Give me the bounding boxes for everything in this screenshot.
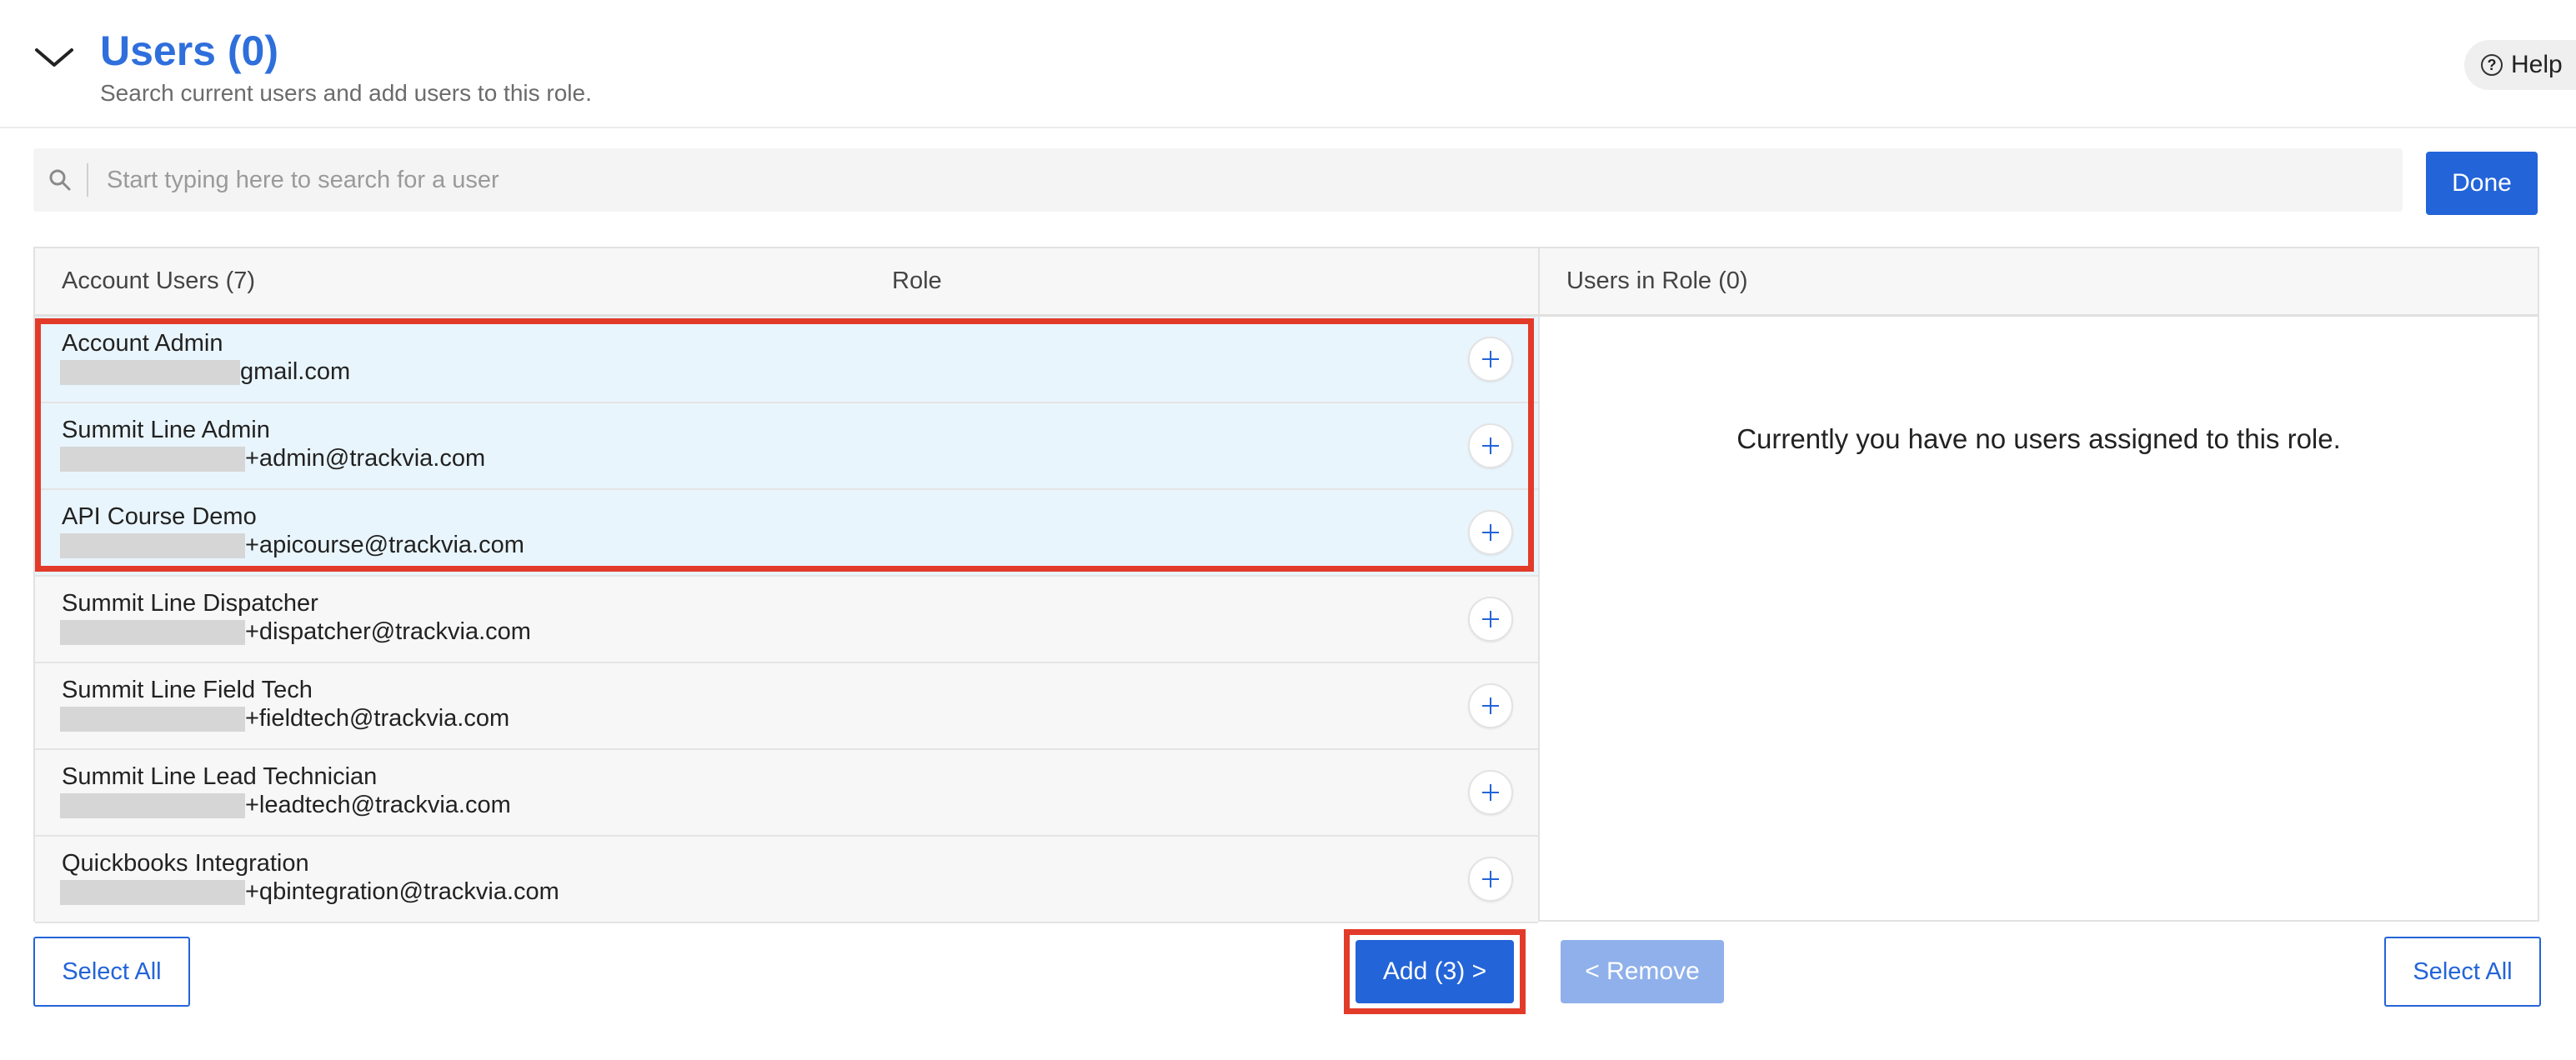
users-in-role-header: Users in Role (0) bbox=[1540, 248, 2538, 317]
redacted-block bbox=[60, 792, 245, 818]
user-email: +admin@trackvia.com bbox=[245, 445, 486, 472]
user-email-wrap: +leadtech@trackvia.com bbox=[60, 792, 511, 819]
select-all-account-users-button[interactable]: Select All bbox=[33, 937, 190, 1007]
add-button[interactable]: Add (3) > bbox=[1356, 940, 1514, 1003]
user-email: gmail.com bbox=[240, 358, 351, 385]
user-email: +qbintegration@trackvia.com bbox=[245, 878, 559, 905]
user-name: Summit Line Lead Technician bbox=[62, 763, 378, 790]
user-name: Summit Line Admin bbox=[62, 417, 270, 443]
users-in-role-title: Users in Role (0) bbox=[1566, 268, 1748, 294]
redacted-block bbox=[60, 619, 245, 645]
user-row[interactable]: Account Admin gmail.com bbox=[35, 317, 1538, 403]
redacted-block bbox=[60, 532, 245, 558]
search-bar bbox=[33, 148, 2403, 212]
user-row[interactable]: Summit Line Dispatcher +dispatcher@track… bbox=[35, 577, 1538, 663]
user-email-wrap: +qbintegration@trackvia.com bbox=[60, 878, 559, 906]
page-header: Users (0) Search current users and add u… bbox=[0, 0, 2576, 128]
plus-icon bbox=[1482, 351, 1499, 368]
page-subtitle: Search current users and add users to th… bbox=[100, 80, 592, 106]
add-user-button[interactable] bbox=[1468, 423, 1513, 468]
role-column-title: Role bbox=[892, 268, 942, 294]
redacted-block bbox=[60, 706, 245, 732]
add-user-button[interactable] bbox=[1468, 770, 1513, 815]
user-email-wrap: +dispatcher@trackvia.com bbox=[60, 618, 531, 646]
account-users-title: Account Users (7) bbox=[62, 268, 256, 294]
user-email-wrap: +admin@trackvia.com bbox=[60, 445, 485, 472]
user-name: API Course Demo bbox=[62, 503, 257, 530]
help-icon: ? bbox=[2481, 54, 2503, 76]
user-row[interactable]: Summit Line Lead Technician +leadtech@tr… bbox=[35, 750, 1538, 837]
user-email: +apicourse@trackvia.com bbox=[245, 532, 524, 558]
add-user-button[interactable] bbox=[1468, 857, 1513, 902]
user-row[interactable]: Summit Line Admin +admin@trackvia.com bbox=[35, 403, 1538, 490]
column-divider bbox=[1538, 248, 1540, 920]
user-name: Summit Line Field Tech bbox=[62, 677, 313, 703]
user-email-wrap: +apicourse@trackvia.com bbox=[60, 532, 524, 559]
account-users-list: Account Admin gmail.com Summit Line Admi… bbox=[35, 317, 1538, 923]
user-name: Summit Line Dispatcher bbox=[62, 590, 318, 617]
account-users-header: Account Users (7) Role bbox=[35, 248, 1538, 317]
redacted-block bbox=[60, 879, 245, 905]
select-all-role-users-button[interactable]: Select All bbox=[2384, 937, 2541, 1007]
user-email-wrap: +fieldtech@trackvia.com bbox=[60, 705, 509, 732]
add-user-button[interactable] bbox=[1468, 597, 1513, 642]
plus-icon bbox=[1482, 784, 1499, 801]
plus-icon bbox=[1482, 524, 1499, 541]
user-row[interactable]: Summit Line Field Tech +fieldtech@trackv… bbox=[35, 663, 1538, 750]
remove-button[interactable]: < Remove bbox=[1561, 940, 1724, 1003]
search-input[interactable] bbox=[105, 165, 2359, 195]
help-label: Help bbox=[2511, 51, 2563, 78]
user-name: Quickbooks Integration bbox=[62, 850, 309, 877]
plus-icon bbox=[1482, 698, 1499, 714]
user-email: +dispatcher@trackvia.com bbox=[245, 618, 531, 645]
user-email: +fieldtech@trackvia.com bbox=[245, 705, 510, 732]
help-button[interactable]: ? Help bbox=[2464, 40, 2576, 90]
redacted-block bbox=[60, 359, 240, 385]
plus-icon bbox=[1482, 871, 1499, 888]
user-row[interactable]: Quickbooks Integration +qbintegration@tr… bbox=[35, 837, 1538, 923]
user-email: +leadtech@trackvia.com bbox=[245, 792, 511, 818]
empty-role-message: Currently you have no users assigned to … bbox=[1737, 423, 2341, 454]
add-user-button[interactable] bbox=[1468, 683, 1513, 728]
users-panel: Account Users (7) Role Users in Role (0)… bbox=[33, 247, 2539, 923]
plus-icon bbox=[1482, 438, 1499, 454]
chevron-down-icon[interactable] bbox=[33, 40, 75, 73]
search-divider bbox=[87, 163, 88, 197]
user-row[interactable]: API Course Demo +apicourse@trackvia.com bbox=[35, 490, 1538, 577]
add-user-button[interactable] bbox=[1468, 510, 1513, 555]
plus-icon bbox=[1482, 611, 1499, 628]
search-icon bbox=[49, 169, 71, 191]
user-name: Account Admin bbox=[62, 330, 223, 357]
done-button[interactable]: Done bbox=[2426, 152, 2538, 215]
redacted-block bbox=[60, 446, 245, 472]
user-email-wrap: gmail.com bbox=[60, 358, 350, 386]
page-title: Users (0) bbox=[100, 28, 278, 74]
add-user-button[interactable] bbox=[1468, 337, 1513, 382]
